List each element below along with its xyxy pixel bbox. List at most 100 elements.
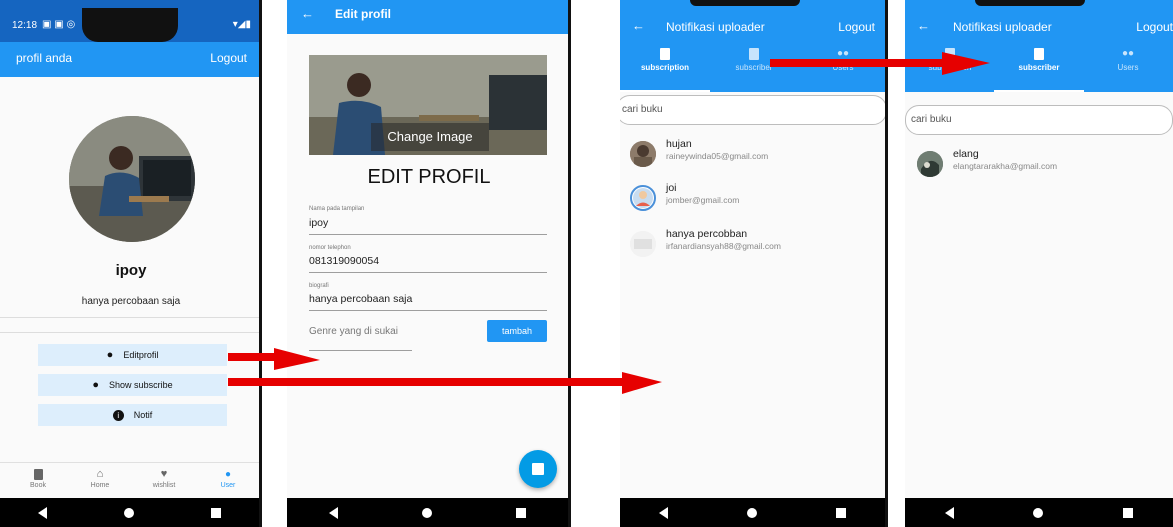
system-nav-bar (620, 498, 885, 527)
phone-notifications-subscriber: ← Notifikasi uploader Logout subscriptio… (905, 0, 1173, 527)
system-nav-bar (0, 498, 259, 527)
subscriber-email: irfanardiansyah88@gmail.com (666, 241, 781, 251)
tab-users[interactable]: ●● Users (1083, 48, 1173, 72)
page-title: profil anda (16, 51, 73, 65)
system-nav-bar (905, 498, 1173, 527)
list-item[interactable]: elang elangtararakha@gmail.com (917, 148, 1167, 184)
bottom-nav-label: User (220, 482, 236, 489)
display-name-input[interactable]: ipoy (309, 217, 328, 229)
list-item[interactable]: hujan raineywinda05@gmail.com (630, 138, 880, 174)
edit-profil-heading: EDIT PROFIL (367, 166, 491, 188)
home-circle-icon[interactable] (123, 507, 134, 518)
avatar-photo (633, 188, 653, 208)
show-subscribe-label: Show subscribe (109, 380, 173, 390)
tab-label: subscription (640, 63, 689, 72)
notif-button[interactable]: i Notif (38, 404, 227, 426)
app-bar: ← Edit profil (287, 0, 568, 34)
arrow-to-edit-profile (228, 348, 320, 370)
contact-icon (660, 48, 670, 60)
camera-notch (82, 8, 178, 42)
back-icon[interactable] (944, 506, 954, 519)
change-image-label[interactable]: Change Image (371, 123, 489, 151)
profile-image-banner[interactable]: Change Image (309, 55, 547, 155)
group-icon: ●● (1121, 48, 1135, 59)
bottom-nav-wishlist[interactable]: ♥ wishlist (146, 468, 182, 490)
home-circle-icon[interactable] (422, 507, 432, 518)
signal-icon: ▾◢▮ (232, 19, 251, 30)
bottom-nav-book[interactable]: Book (22, 469, 54, 489)
status-notch (975, 0, 1085, 6)
profile-avatar (69, 116, 195, 242)
search-input[interactable]: cari buku (905, 105, 1173, 135)
back-icon[interactable] (38, 506, 48, 519)
back-arrow-icon[interactable]: ← (632, 18, 645, 33)
contact-icon (749, 48, 759, 60)
page-title: Notifikasi uploader (953, 20, 1052, 34)
system-nav-bar (287, 498, 568, 527)
logout-button[interactable]: Logout (1136, 20, 1173, 34)
back-arrow-icon[interactable]: ← (917, 18, 930, 33)
genre-input[interactable]: Genre yang di sukai (309, 326, 398, 337)
home-circle-icon[interactable] (1033, 507, 1044, 518)
bottom-nav-home[interactable]: ⌂ Home (84, 468, 116, 490)
bottom-nav-label: Book (30, 482, 46, 489)
list-item[interactable]: joi jomber@gmail.com (630, 182, 880, 218)
arrow-to-subscriber-tab (770, 52, 990, 75)
field-underline (309, 234, 547, 235)
subscriber-name: hujan (666, 138, 692, 150)
recents-icon[interactable] (1123, 507, 1134, 518)
bio-input[interactable]: hanya percobaan saja (309, 293, 412, 305)
notif-label: Notif (133, 410, 153, 420)
phone-notifications-subscription: ← Notifikasi uploader Logout subscriptio… (620, 0, 888, 527)
phone-label: nomor telephon (309, 245, 351, 251)
recents-icon[interactable] (210, 507, 221, 518)
avatar (630, 231, 656, 257)
search-input[interactable]: cari buku (620, 95, 885, 125)
save-fab[interactable] (519, 450, 557, 488)
logout-button[interactable]: Logout (210, 51, 247, 65)
subscriber-name: elang (953, 148, 979, 160)
show-subscribe-button[interactable]: ● Show subscribe (38, 374, 227, 396)
app-bar: profil anda Logout (0, 42, 259, 77)
tambah-button[interactable]: tambah (487, 320, 547, 342)
home-icon: ⌂ (96, 468, 104, 480)
divider (0, 317, 259, 318)
logout-button[interactable]: Logout (838, 20, 875, 34)
editprofil-button[interactable]: ● Editprofil (38, 344, 227, 366)
list-item[interactable]: hanya percobban irfanardiansyah88@gmail.… (630, 228, 880, 264)
bottom-nav-user[interactable]: ● User (212, 469, 244, 489)
field-underline (309, 272, 547, 273)
avatar-photo (917, 151, 943, 177)
phone-profile: 12:18 ▣ ▣ ◎ ▾◢▮ profil anda Logout ipoy … (0, 0, 262, 527)
divider (0, 332, 259, 333)
status-time: 12:18 (12, 20, 38, 31)
heart-icon: ♥ (160, 468, 168, 480)
tab-label: subscriber (1018, 63, 1060, 72)
avatar (630, 185, 656, 211)
subscriber-email: jomber@gmail.com (666, 195, 740, 205)
tab-label: Users (1117, 63, 1139, 72)
bio-label: biografi (309, 283, 329, 289)
tab-subscriber[interactable]: subscriber (994, 48, 1084, 92)
recents-icon[interactable] (835, 507, 846, 518)
avatar-photo (630, 231, 656, 257)
home-circle-icon[interactable] (746, 507, 757, 518)
bottom-nav-label: wishlist (152, 482, 176, 489)
book-icon (33, 469, 43, 480)
phone-input[interactable]: 081319090054 (309, 255, 379, 267)
user-bio: hanya percobaan saja (81, 296, 181, 307)
user-name: ipoy (115, 262, 147, 279)
person-icon: ● (224, 469, 232, 480)
avatar (630, 141, 656, 167)
back-arrow-icon[interactable]: ← (301, 6, 314, 21)
back-icon[interactable] (329, 506, 338, 519)
contact-icon (1034, 48, 1044, 60)
avatar (917, 151, 943, 177)
tab-subscription[interactable]: subscription (620, 48, 710, 92)
avatar-photo (630, 141, 656, 167)
status-icons: ▣ ▣ ◎ (42, 19, 76, 30)
phone-edit-profile: ← Edit profil Change Image EDIT PROFIL N… (287, 0, 571, 527)
arrow-to-notifications (228, 372, 662, 394)
back-icon[interactable] (659, 506, 669, 519)
recents-icon[interactable] (516, 507, 526, 518)
